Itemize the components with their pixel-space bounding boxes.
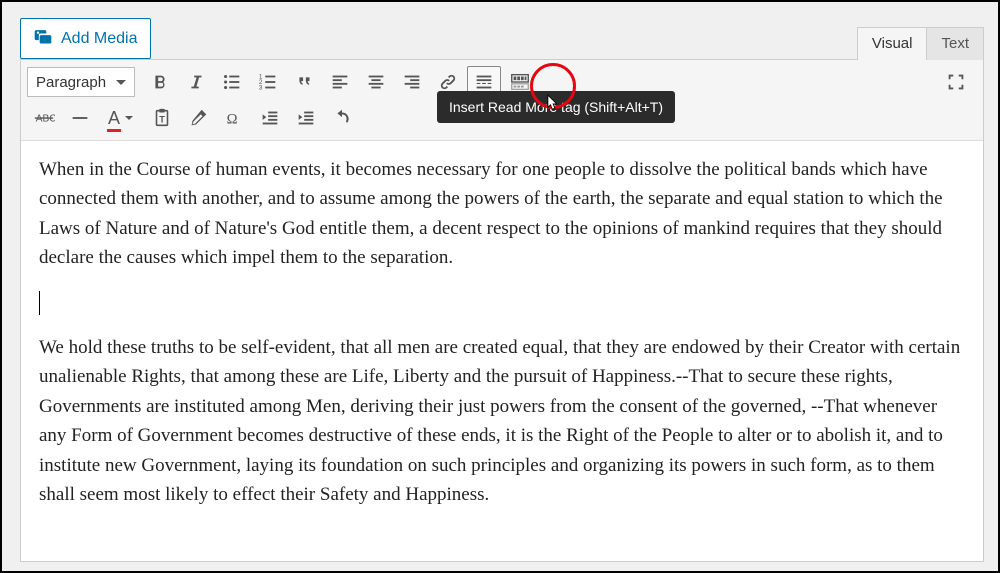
bold-button[interactable] — [143, 66, 177, 98]
special-character-button[interactable]: Ω — [217, 102, 251, 134]
numbered-list-button[interactable]: 123 — [251, 66, 285, 98]
format-select-value: Paragraph — [36, 74, 106, 91]
readmore-tooltip: Insert Read More tag (Shift+Alt+T) — [437, 91, 675, 123]
indent-button[interactable] — [289, 102, 323, 134]
text-caret — [39, 291, 40, 315]
editor-container: Paragraph 123 ABC A — [20, 59, 984, 562]
undo-button[interactable] — [325, 102, 359, 134]
outdent-button[interactable] — [253, 102, 287, 134]
fullscreen-button[interactable] — [939, 66, 973, 98]
media-icon — [33, 26, 53, 51]
svg-text:Ω: Ω — [227, 112, 238, 128]
align-right-button[interactable] — [395, 66, 429, 98]
text-color-a-icon: A — [108, 108, 120, 129]
content-paragraph-2: We hold these truths to be self-evident,… — [39, 333, 965, 510]
clear-formatting-button[interactable] — [181, 102, 215, 134]
content-paragraph-1: When in the Course of human events, it b… — [39, 155, 965, 273]
align-center-button[interactable] — [359, 66, 393, 98]
text-color-button[interactable]: A — [99, 102, 143, 134]
svg-text:ABC: ABC — [36, 114, 55, 125]
tab-text[interactable]: Text — [926, 27, 984, 60]
format-select[interactable]: Paragraph — [27, 67, 135, 97]
editor-frame: Add Media Visual Text Paragraph 123 — [0, 0, 1000, 573]
editor-tabs: Visual Text — [857, 25, 984, 59]
italic-button[interactable] — [179, 66, 213, 98]
blockquote-button[interactable] — [287, 66, 321, 98]
add-media-label: Add Media — [61, 30, 138, 48]
svg-text:T: T — [159, 115, 165, 125]
strikethrough-button[interactable]: ABC — [27, 102, 61, 134]
paste-text-button[interactable]: T — [145, 102, 179, 134]
tab-visual[interactable]: Visual — [857, 27, 928, 60]
hr-button[interactable] — [63, 102, 97, 134]
editor-topbar: Add Media Visual Text — [2, 2, 998, 59]
svg-text:3: 3 — [259, 84, 263, 91]
editor-content[interactable]: When in the Course of human events, it b… — [21, 141, 983, 561]
align-left-button[interactable] — [323, 66, 357, 98]
add-media-button[interactable]: Add Media — [20, 18, 151, 59]
bullet-list-button[interactable] — [215, 66, 249, 98]
